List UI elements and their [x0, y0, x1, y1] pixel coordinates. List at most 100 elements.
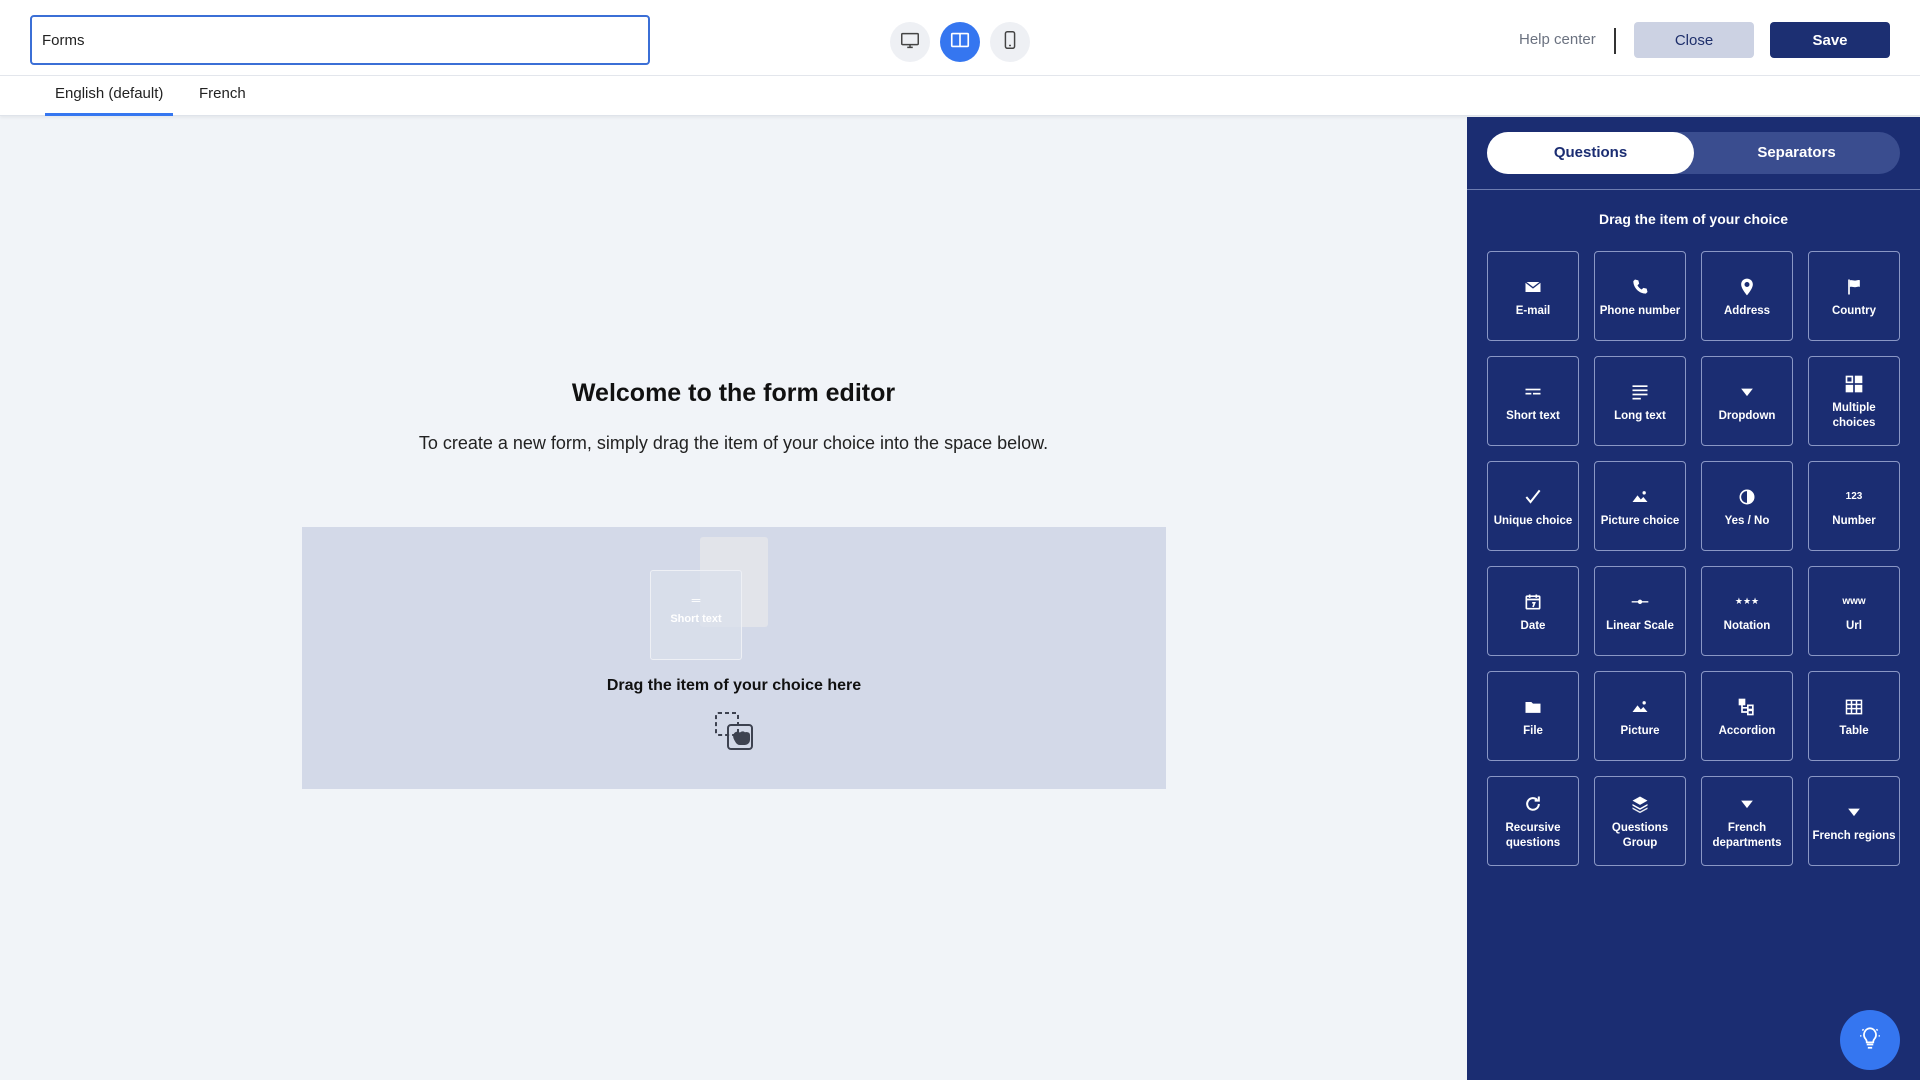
split-view-icon — [949, 29, 971, 56]
language-tabs: English (default) French — [0, 76, 1920, 116]
item-number[interactable]: 123 Number — [1808, 461, 1900, 551]
divider — [1467, 189, 1920, 190]
tab-separators[interactable]: Separators — [1693, 132, 1900, 174]
item-picture[interactable]: Picture — [1594, 671, 1686, 761]
ghost-item-label: Short text — [670, 613, 722, 625]
items-panel: Questions Separators Drag the item of yo… — [1467, 117, 1920, 1080]
tab-questions[interactable]: Questions — [1487, 132, 1694, 174]
mobile-view-button[interactable] — [990, 22, 1030, 62]
email-icon — [1523, 274, 1543, 300]
mobile-icon — [999, 29, 1021, 56]
item-questions-group[interactable]: Questions Group — [1594, 776, 1686, 866]
picture-icon — [1630, 694, 1650, 720]
short-text-icon — [1523, 379, 1543, 405]
form-title-input[interactable] — [30, 15, 650, 65]
tab-french[interactable]: French — [189, 76, 256, 116]
split-view-button[interactable] — [940, 22, 980, 62]
panel-tabs: Questions Separators — [1487, 132, 1900, 174]
refresh-icon — [1523, 791, 1543, 817]
stars-icon: ★★★ — [1734, 596, 1760, 606]
item-label: Accordion — [1718, 724, 1776, 737]
location-pin-icon — [1737, 274, 1757, 300]
item-label: File — [1523, 724, 1543, 737]
item-label: Dropdown — [1718, 409, 1776, 422]
item-label: Questions Group — [1611, 822, 1669, 849]
dropdown-icon — [1737, 791, 1757, 817]
item-url[interactable]: www Url — [1808, 566, 1900, 656]
item-label: Notation — [1723, 619, 1771, 632]
multiple-choices-icon — [1844, 371, 1864, 397]
item-label: Linear Scale — [1606, 619, 1674, 632]
drag-hand-icon — [714, 711, 754, 751]
drop-zone-text: Drag the item of your choice here — [606, 677, 862, 694]
accordion-icon — [1737, 694, 1757, 720]
item-phone-number[interactable]: Phone number — [1594, 251, 1686, 341]
item-label: French departments — [1712, 822, 1782, 849]
item-linear-scale[interactable]: Linear Scale — [1594, 566, 1686, 656]
checkmark-icon — [1523, 484, 1543, 510]
dropdown-icon — [1737, 379, 1757, 405]
item-label: Multiple choices — [1832, 402, 1876, 429]
item-label: Long text — [1614, 409, 1666, 422]
layers-icon — [1630, 791, 1650, 817]
item-picture-choice[interactable]: Picture choice — [1594, 461, 1686, 551]
divider — [1614, 28, 1616, 54]
panel-hint: Drag the item of your choice — [1598, 211, 1789, 227]
www-icon: www — [1842, 595, 1866, 607]
item-address[interactable]: Address — [1701, 251, 1793, 341]
form-canvas: Welcome to the form editor To create a n… — [0, 117, 1467, 1080]
desktop-icon — [899, 29, 921, 56]
page-subtitle: To create a new form, simply drag the it… — [418, 433, 1049, 453]
item-label: Recursive questions — [1505, 822, 1561, 849]
item-label: Picture choice — [1600, 514, 1680, 527]
item-country[interactable]: Country — [1808, 251, 1900, 341]
item-label: Picture — [1620, 724, 1660, 737]
table-icon — [1844, 694, 1864, 720]
item-label: E-mail — [1515, 304, 1551, 317]
item-label: Country — [1831, 304, 1877, 317]
item-grid: E-mail Phone number Address Country Shor… — [1487, 251, 1901, 866]
phone-icon — [1630, 274, 1650, 300]
folder-icon — [1523, 694, 1543, 720]
calendar-icon — [1523, 589, 1543, 615]
tab-english[interactable]: English (default) — [45, 76, 174, 116]
item-label: Date — [1520, 619, 1546, 632]
item-date[interactable]: Date — [1487, 566, 1579, 656]
item-french-departments[interactable]: French departments — [1701, 776, 1793, 866]
item-short-text[interactable]: Short text — [1487, 356, 1579, 446]
half-circle-icon — [1737, 484, 1757, 510]
picture-icon — [1630, 484, 1650, 510]
item-label: Yes / No — [1724, 514, 1770, 527]
item-label: Address — [1723, 304, 1771, 317]
item-accordion[interactable]: Accordion — [1701, 671, 1793, 761]
tips-button[interactable] — [1840, 1010, 1900, 1070]
lightbulb-icon — [1857, 1025, 1883, 1056]
item-label: Short text — [1506, 409, 1560, 422]
desktop-view-button[interactable] — [890, 22, 930, 62]
item-recursive-questions[interactable]: Recursive questions — [1487, 776, 1579, 866]
item-multiple-choices[interactable]: Multiple choices — [1808, 356, 1900, 446]
item-file[interactable]: File — [1487, 671, 1579, 761]
item-label: Table — [1839, 724, 1869, 737]
close-button[interactable]: Close — [1634, 22, 1754, 58]
drop-zone[interactable]: ═ Short text Drag the item of your choic… — [302, 527, 1166, 789]
item-dropdown[interactable]: Dropdown — [1701, 356, 1793, 446]
item-email[interactable]: E-mail — [1487, 251, 1579, 341]
help-center-link[interactable]: Help center — [1519, 31, 1596, 48]
number-icon: 123 — [1845, 490, 1863, 502]
page-title: Welcome to the form editor — [571, 379, 896, 407]
item-label: Unique choice — [1493, 514, 1573, 527]
item-label: Number — [1832, 514, 1876, 527]
item-notation[interactable]: ★★★ Notation — [1701, 566, 1793, 656]
item-yes-no[interactable]: Yes / No — [1701, 461, 1793, 551]
item-french-regions[interactable]: French regions — [1808, 776, 1900, 866]
save-button[interactable]: Save — [1770, 22, 1890, 58]
item-unique-choice[interactable]: Unique choice — [1487, 461, 1579, 551]
item-long-text[interactable]: Long text — [1594, 356, 1686, 446]
item-label: French regions — [1812, 829, 1896, 842]
linear-scale-icon — [1630, 589, 1650, 615]
item-table[interactable]: Table — [1808, 671, 1900, 761]
ghost-item: ═ Short text — [650, 570, 742, 660]
item-label: Url — [1846, 619, 1862, 632]
flag-icon — [1844, 274, 1864, 300]
